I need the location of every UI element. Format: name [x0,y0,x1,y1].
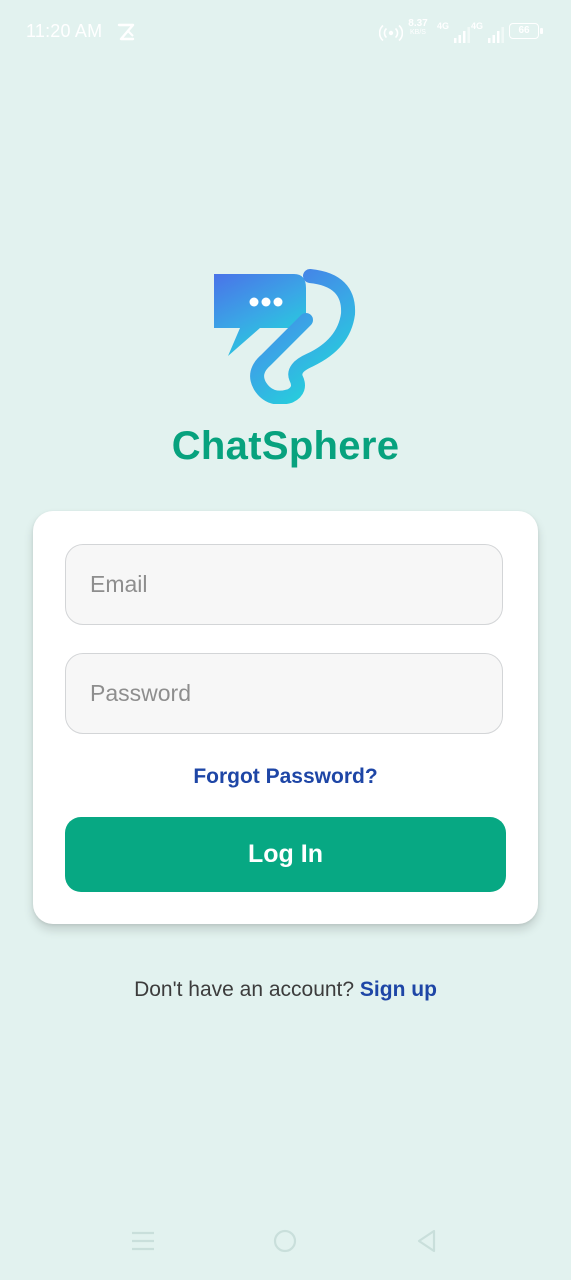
signup-prompt: Don't have an account? [134,978,355,1001]
login-button[interactable]: Log In [65,817,506,892]
notification-icon [116,22,136,47]
circle-home-icon[interactable] [272,1228,298,1259]
hotspot-icon [378,23,404,48]
email-field[interactable] [65,544,503,625]
status-bar: 11:20 AM 8.37 KB/S 4G 4G 66 [0,0,571,64]
password-field[interactable] [65,653,503,734]
speed-unit: KB/S [410,29,426,36]
signup-row: Don't have an account? Sign up [0,978,571,1002]
app-title: ChatSphere [171,424,400,468]
speed-value: 8.37 [408,18,428,29]
back-triangle-icon[interactable] [414,1228,440,1259]
chat-bubble-logo-icon [210,268,356,405]
battery-level: 66 [509,23,539,39]
signup-link[interactable]: Sign up [360,978,437,1001]
network-type-2: 4G [471,21,484,31]
forgot-password-link[interactable]: Forgot Password? [33,765,538,789]
network-speed: 8.37 KB/S [405,19,431,37]
signal-2: 4G [471,21,505,43]
battery-icon: 66 [509,23,545,41]
status-time: 11:20 AM [26,21,103,41]
signal-bars-icon [488,27,504,43]
network-type-1: 4G [437,21,450,31]
menu-icon[interactable] [130,1228,156,1259]
system-nav-bar [0,1214,571,1270]
signal-1: 4G [437,21,471,43]
signal-bars-icon [454,27,470,43]
login-card: Forgot Password? Log In [33,511,538,924]
